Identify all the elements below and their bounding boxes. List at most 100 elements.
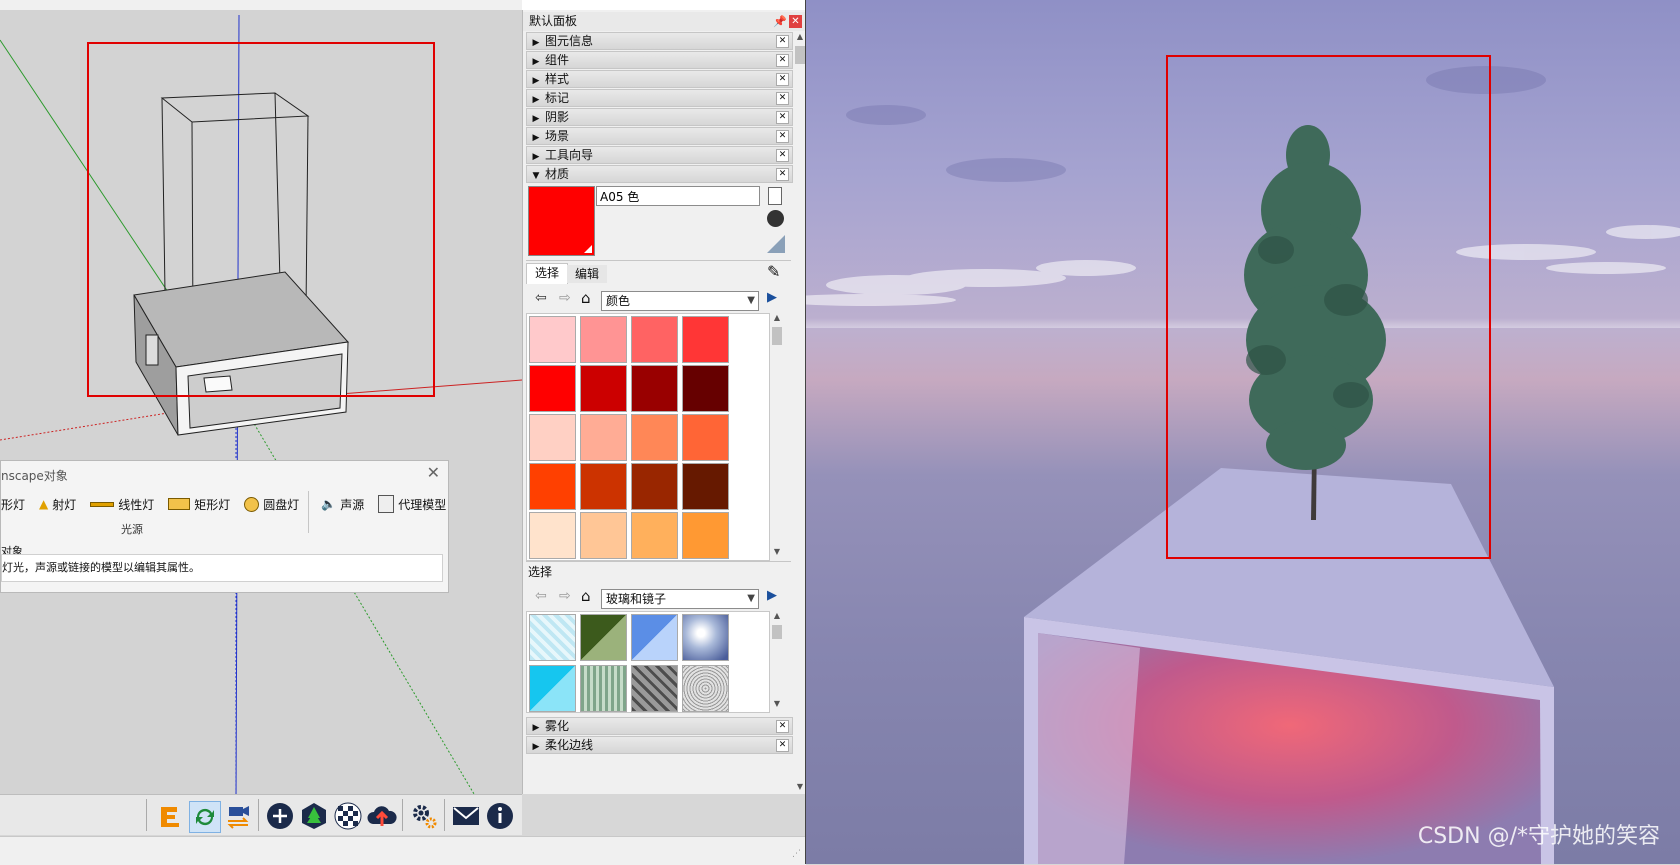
color-swatch[interactable] [580, 414, 627, 461]
tray-entity-info[interactable]: ▶ 图元信息 ✕ [526, 32, 793, 50]
swatch-glass-green[interactable] [580, 614, 627, 661]
sync-views-icon[interactable] [223, 801, 253, 831]
sound-source-tool[interactable]: 🔈 声源 [321, 496, 364, 513]
swatch-sky-reflection[interactable] [682, 614, 729, 661]
tray-close-icon[interactable]: ✕ [776, 739, 789, 752]
swatch-glass-grooved[interactable] [580, 665, 627, 712]
color-swatch[interactable] [580, 463, 627, 510]
tray-components[interactable]: ▶ 组件 ✕ [526, 51, 793, 69]
tray-instructor[interactable]: ▶ 工具向导 ✕ [526, 146, 793, 164]
home-icon[interactable]: ⌂ [581, 289, 591, 307]
tray-close-icon[interactable]: ✕ [776, 111, 789, 124]
sample-paint-icon[interactable] [767, 235, 785, 253]
scroll-down-icon[interactable]: ▼ [770, 699, 784, 711]
create-material-icon[interactable] [767, 210, 784, 227]
tree-asset-icon[interactable] [299, 801, 329, 831]
swatch-mesh-gray[interactable] [631, 665, 678, 712]
tray-tags[interactable]: ▶ 标记 ✕ [526, 89, 793, 107]
color-swatch[interactable] [529, 365, 576, 412]
color-swatch[interactable] [631, 365, 678, 412]
swatch-glass-blue[interactable] [631, 614, 678, 661]
resize-grip-icon[interactable]: ⋰ [792, 849, 801, 859]
expand-arrow-icon: ▶ [532, 76, 540, 86]
color-swatch[interactable] [580, 316, 627, 363]
rect-light-tool[interactable]: 矩形灯 [168, 496, 230, 513]
material-icon[interactable] [333, 801, 363, 831]
tray-fog[interactable]: ▶ 雾化 ✕ [526, 717, 793, 735]
secondary-scrollbar[interactable]: ▲ ▼ [770, 611, 784, 711]
secondary-details-icon[interactable]: ▶ [767, 588, 777, 603]
details-icon[interactable]: ▶ [767, 290, 777, 305]
color-swatch[interactable] [631, 512, 678, 559]
info-icon[interactable] [485, 801, 515, 831]
display-secondary-icon[interactable] [768, 187, 782, 205]
line-light-tool[interactable]: 线性灯 [90, 496, 154, 513]
library-select[interactable]: 颜色 ▼ [601, 291, 759, 311]
color-swatch[interactable] [682, 365, 729, 412]
panel-close-icon[interactable]: ✕ [789, 15, 802, 28]
tray-scenes[interactable]: ▶ 场景 ✕ [526, 127, 793, 145]
swatch-glass-cyan[interactable] [529, 665, 576, 712]
sync-icon[interactable] [189, 801, 221, 833]
color-swatch[interactable] [631, 463, 678, 510]
tray-close-icon[interactable]: ✕ [776, 149, 789, 162]
secondary-library-select[interactable]: 玻璃和镜子 ▼ [601, 589, 759, 609]
color-swatch[interactable] [682, 316, 729, 363]
color-swatch[interactable] [580, 365, 627, 412]
color-swatch[interactable] [529, 463, 576, 510]
color-swatch[interactable] [682, 414, 729, 461]
tab-edit[interactable]: 编辑 [567, 265, 607, 283]
feedback-mail-icon[interactable] [451, 801, 481, 831]
secondary-home-icon[interactable]: ⌂ [581, 587, 591, 605]
secondary-back-icon[interactable]: ⇦ [535, 588, 547, 604]
pin-icon[interactable]: 📌 [773, 12, 787, 31]
scroll-thumb[interactable] [772, 327, 782, 345]
tray-styles[interactable]: ▶ 样式 ✕ [526, 70, 793, 88]
spot-light-tool[interactable]: ▲ 射灯 [39, 496, 76, 513]
scroll-up-icon[interactable]: ▲ [770, 313, 784, 325]
tray-materials[interactable]: ▼ 材质 ✕ [526, 165, 793, 183]
sketchup-viewport[interactable] [0, 0, 522, 794]
scroll-up-icon[interactable]: ▲ [770, 611, 784, 623]
settings-icon[interactable] [409, 801, 439, 831]
close-icon[interactable]: ✕ [427, 463, 440, 482]
tab-select[interactable]: 选择 [526, 263, 568, 284]
secondary-header: 选择 [526, 561, 791, 582]
scroll-down-icon[interactable]: ▼ [770, 547, 784, 559]
forward-icon[interactable]: ⇨ [559, 290, 571, 306]
material-name-input[interactable] [596, 186, 760, 206]
scroll-thumb[interactable] [795, 46, 805, 64]
color-swatch[interactable] [682, 463, 729, 510]
proxy-model-tool[interactable]: 代理模型 [378, 495, 446, 513]
upload-icon[interactable] [367, 801, 397, 831]
tray-close-icon[interactable]: ✕ [776, 35, 789, 48]
enscape-start-icon[interactable] [155, 801, 185, 831]
color-swatch[interactable] [682, 512, 729, 559]
enscape-render-view[interactable]: CSDN @/*守护她的笑容 [806, 0, 1680, 864]
add-icon[interactable] [265, 801, 295, 831]
color-swatch[interactable] [529, 512, 576, 559]
tray-close-icon[interactable]: ✕ [776, 92, 789, 105]
sphere-light-tool[interactable]: 形灯 [1, 496, 25, 513]
tray-close-icon[interactable]: ✕ [776, 130, 789, 143]
swatch-glass-light-blue[interactable] [529, 614, 576, 661]
tray-close-icon[interactable]: ✕ [776, 54, 789, 67]
scroll-thumb[interactable] [772, 625, 782, 639]
swatch-stone-noise[interactable] [682, 665, 729, 712]
tray-shadows[interactable]: ▶ 阴影 ✕ [526, 108, 793, 126]
tray-close-icon[interactable]: ✕ [776, 720, 789, 733]
color-swatch[interactable] [529, 414, 576, 461]
eyedropper-icon[interactable]: ✎ [767, 262, 780, 281]
color-swatch[interactable] [631, 316, 678, 363]
secondary-forward-icon[interactable]: ⇨ [559, 588, 571, 604]
tray-close-icon[interactable]: ✕ [776, 73, 789, 86]
swatch-scrollbar[interactable]: ▲ ▼ [770, 313, 784, 559]
material-preview-swatch[interactable] [528, 186, 595, 256]
disk-light-tool[interactable]: 圆盘灯 [244, 496, 299, 513]
tray-close-icon[interactable]: ✕ [776, 168, 789, 181]
back-icon[interactable]: ⇦ [535, 290, 547, 306]
tray-soften-edges[interactable]: ▶ 柔化边线 ✕ [526, 736, 793, 754]
color-swatch[interactable] [529, 316, 576, 363]
color-swatch[interactable] [631, 414, 678, 461]
color-swatch[interactable] [580, 512, 627, 559]
